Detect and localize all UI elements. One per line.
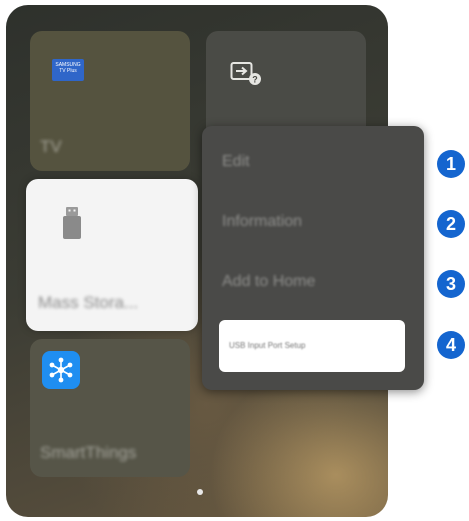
usb-device-tile[interactable]: Mass Stora...	[26, 179, 198, 331]
callout-badge-1: 1	[437, 150, 465, 178]
menu-item-add-to-home[interactable]: Add to Home	[222, 260, 315, 304]
usb-device-label: Mass Stora...	[38, 293, 139, 312]
context-menu: Edit Information Add to Home USB Input P…	[202, 126, 424, 390]
smartthings-icon	[42, 351, 80, 389]
menu-item-edit[interactable]: Edit	[222, 140, 250, 184]
callout-badge-3: 3	[437, 270, 465, 298]
tv-tile-label: TV	[40, 137, 62, 156]
samsung-tv-plus-logo: SAMSUNG TV Plus	[52, 59, 84, 81]
menu-item-usb-input-port-setup-label: USB Input Port Setup	[229, 341, 306, 350]
smartthings-label: SmartThings	[40, 443, 137, 462]
menu-item-information[interactable]: Information	[222, 200, 302, 244]
smartthings-tile[interactable]: SmartThings	[30, 339, 190, 477]
tv-tile[interactable]: SAMSUNG TV Plus TV	[30, 31, 190, 171]
callout-badge-2: 2	[437, 210, 465, 238]
page-indicator-dot	[197, 489, 203, 495]
menu-item-usb-input-port-setup[interactable]: USB Input Port Setup	[219, 320, 405, 372]
source-input-icon: ?	[230, 61, 264, 92]
usb-drive-icon	[60, 205, 84, 246]
svg-text:?: ?	[252, 75, 258, 85]
callout-badge-4: 4	[437, 331, 465, 359]
